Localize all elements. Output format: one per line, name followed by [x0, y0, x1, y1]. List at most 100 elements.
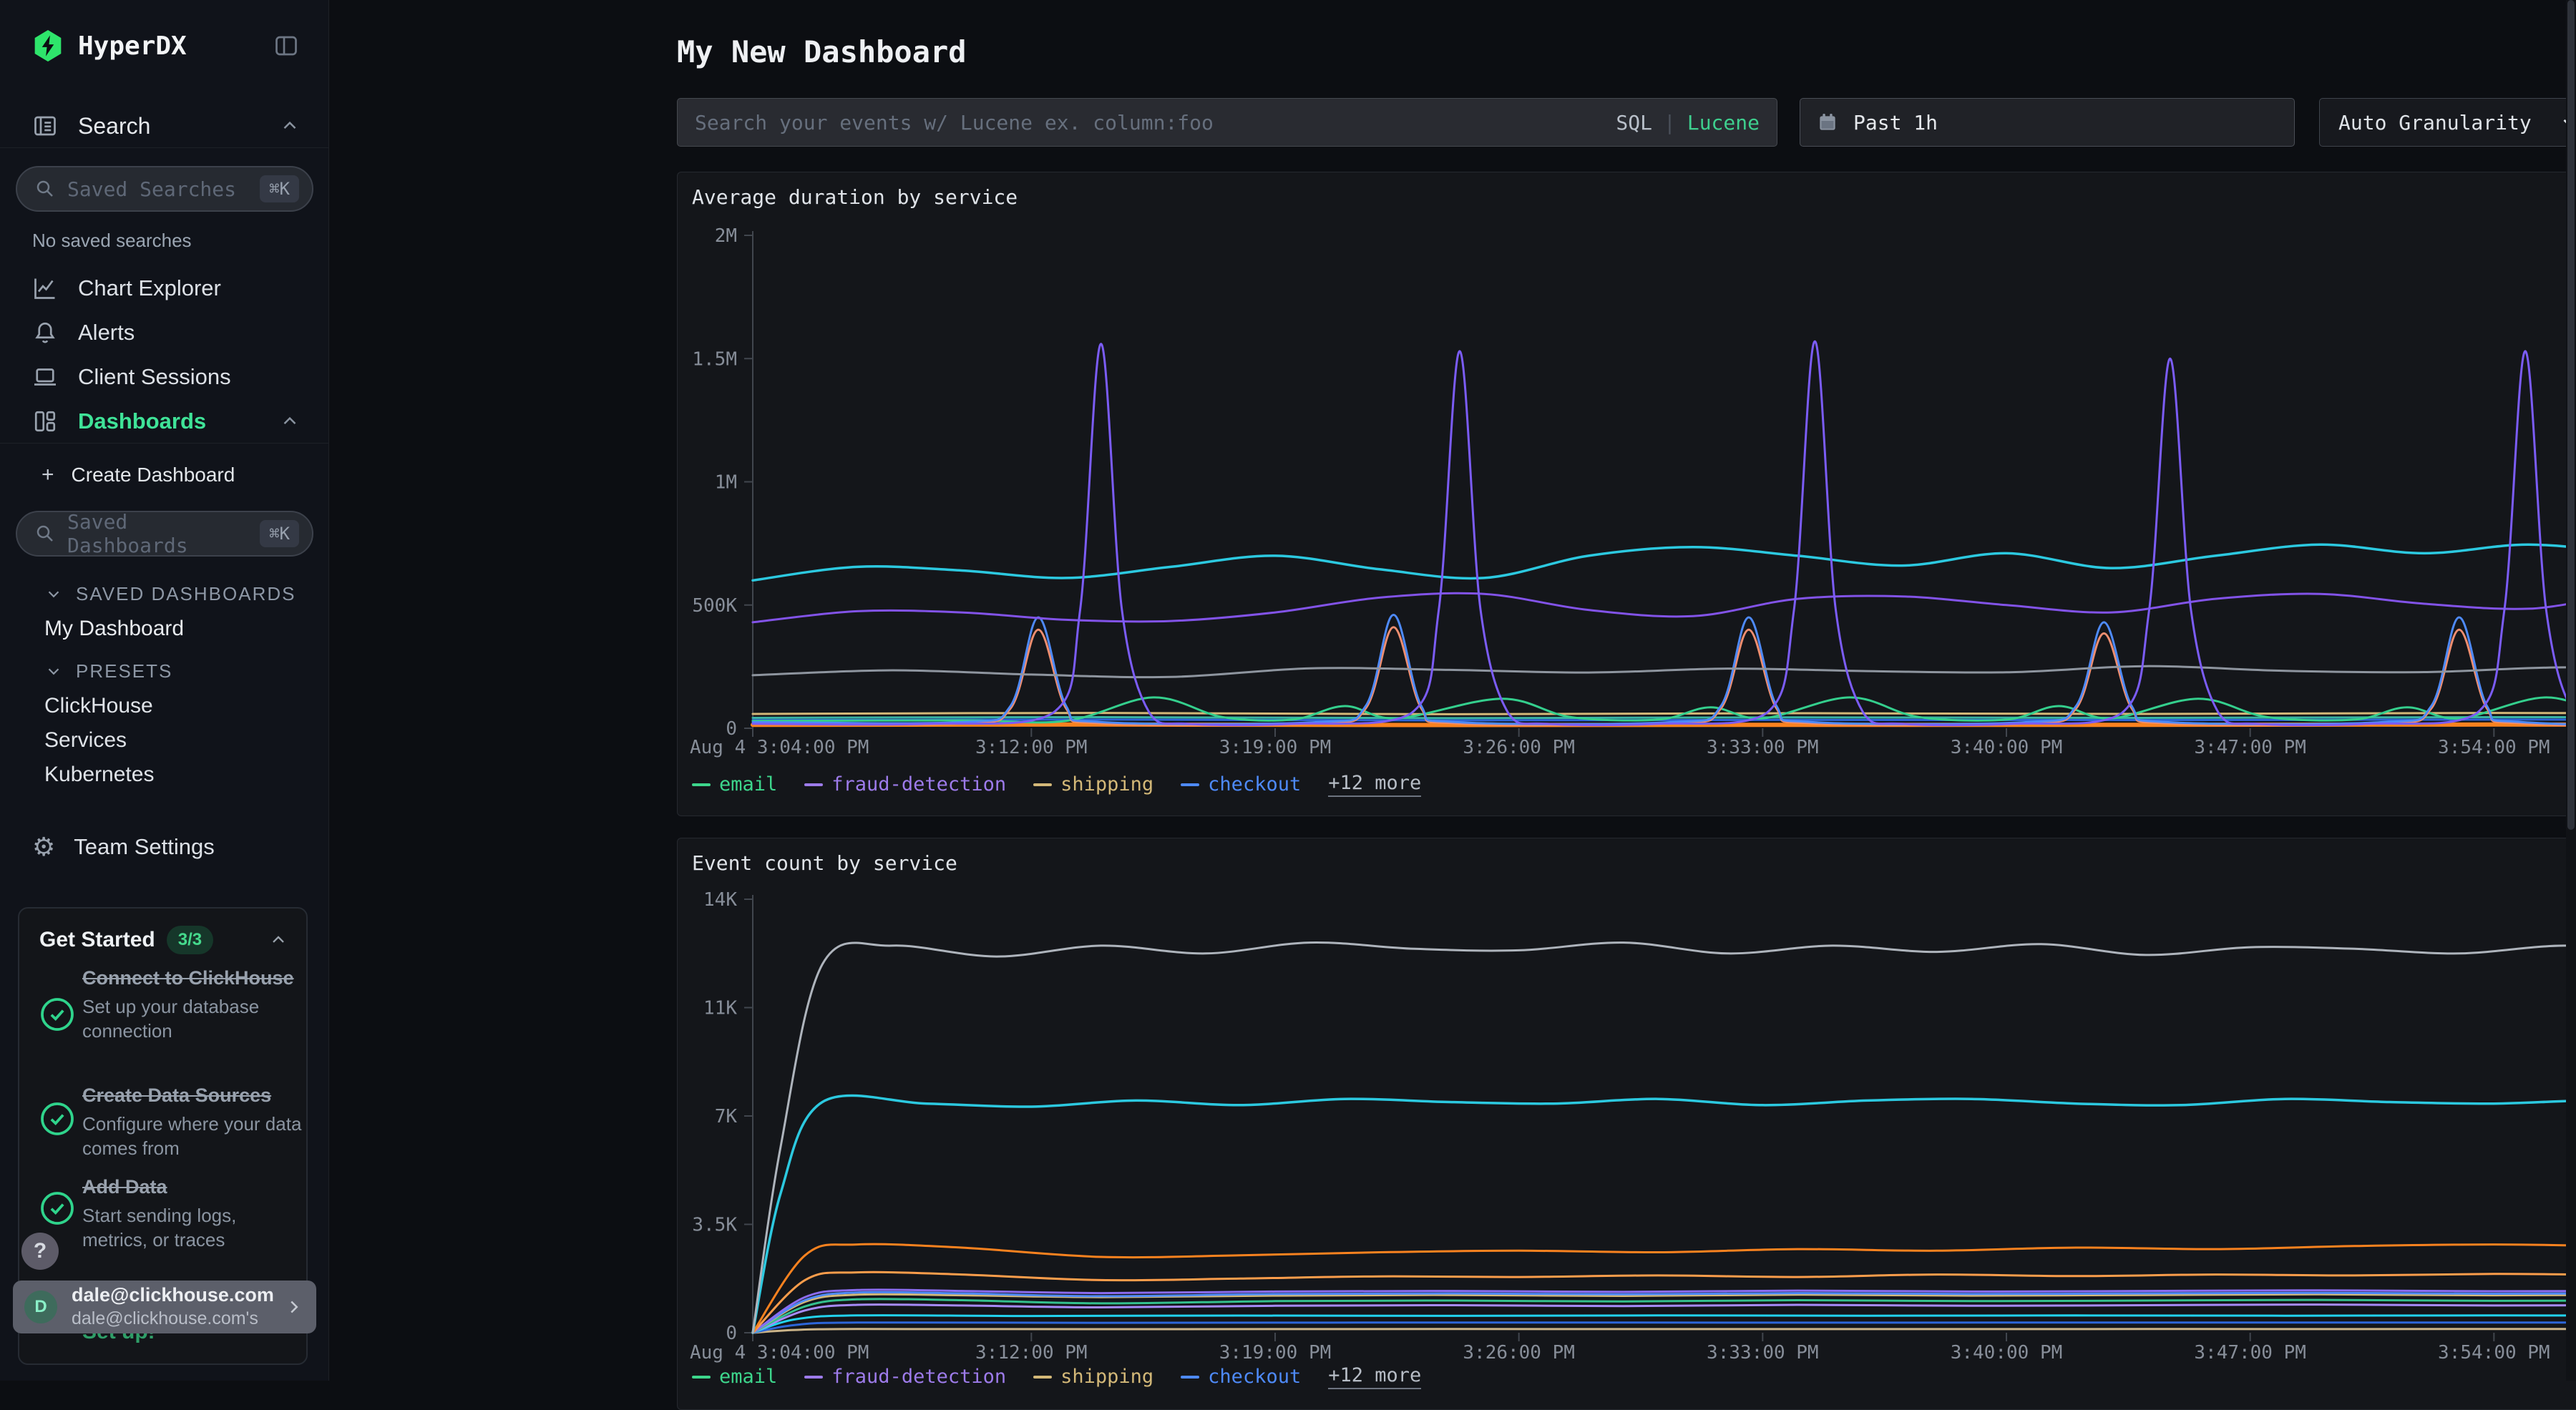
svg-text:3:12:00 PM: 3:12:00 PM — [975, 737, 1088, 758]
sql-toggle[interactable]: SQL — [1616, 111, 1652, 134]
help-button-label: ? — [34, 1239, 47, 1263]
legend-label: checkout — [1208, 773, 1301, 795]
legend-more-link[interactable]: +12 more — [1328, 1364, 1421, 1389]
legend-dash-icon — [1181, 1376, 1199, 1379]
svg-text:3:54:00 PM: 3:54:00 PM — [2438, 1342, 2550, 1364]
saved-dashboards-section-header[interactable]: SAVED DASHBOARDS — [0, 581, 329, 607]
svg-text:7K: 7K — [715, 1106, 738, 1127]
search-section-icon — [32, 113, 58, 139]
granularity-select[interactable]: Auto Granularity — [2319, 98, 2576, 147]
help-button[interactable]: ? — [21, 1233, 59, 1270]
hyperdx-logo-icon — [32, 29, 64, 63]
saved-searches-placeholder: Saved Searches — [67, 177, 260, 201]
user-account-button[interactable]: D dale@clickhouse.com dale@clickhouse.co… — [13, 1281, 316, 1333]
svg-text:500K: 500K — [692, 595, 737, 617]
dashboard-grid-icon — [32, 408, 58, 434]
sidebar-item-kubernetes-preset[interactable]: Kubernetes — [0, 762, 329, 788]
nav-label: Client Sessions — [78, 364, 231, 390]
svg-text:1M: 1M — [715, 472, 737, 494]
svg-text:3:47:00 PM: 3:47:00 PM — [2194, 1342, 2306, 1364]
legend-item[interactable]: checkout — [1181, 773, 1301, 795]
svg-text:3:33:00 PM: 3:33:00 PM — [1707, 1342, 1819, 1364]
chevron-up-icon[interactable] — [268, 930, 288, 950]
page-scrollbar[interactable] — [2566, 0, 2576, 1381]
chart-legend: email fraud-detection shipping checkout +12 … — [692, 1364, 1421, 1389]
preset-link-label: Kubernetes — [44, 763, 154, 787]
duration-chart[interactable]: 0500K1M1.5M2MAug 4 3:04:00 PM3:12:00 PM3… — [688, 222, 2576, 773]
legend-item[interactable]: shipping — [1033, 1366, 1153, 1388]
get-started-item-title: Create Data Sources — [82, 1082, 304, 1109]
svg-text:0: 0 — [726, 1323, 737, 1344]
svg-text:Aug 4 3:04:00 PM: Aug 4 3:04:00 PM — [690, 1342, 869, 1364]
legend-label: shipping — [1060, 773, 1153, 795]
legend-item[interactable]: checkout — [1181, 1366, 1301, 1388]
search-icon — [34, 523, 56, 544]
lucene-toggle[interactable]: Lucene — [1687, 111, 1760, 134]
dashboard-link-label: My Dashboard — [44, 617, 184, 641]
legend-item[interactable]: shipping — [1033, 773, 1153, 795]
svg-text:3.5K: 3.5K — [692, 1215, 737, 1236]
sidebar-item-search[interactable]: Search — [0, 106, 329, 146]
saved-dashboards-input[interactable]: Saved Dashboards ⌘K — [16, 511, 313, 557]
preset-link-label: ClickHouse — [44, 694, 153, 718]
chart-legend: email fraud-detection shipping checkout +12 … — [692, 772, 1421, 797]
legend-item[interactable]: email — [692, 773, 777, 795]
language-toggle-divider: | — [1664, 111, 1676, 134]
event-count-chart[interactable]: 03.5K7K11K14KAug 4 3:04:00 PM3:12:00 PM3… — [688, 888, 2576, 1389]
main-content: My New Dashboard Search your events w/ L… — [330, 0, 2576, 1381]
sidebar-item-alerts[interactable]: Alerts — [0, 313, 329, 353]
search-section-label: Search — [78, 113, 150, 139]
duration-chart-panel: Average duration by service 0500K1M1.5M2… — [677, 172, 2576, 816]
bell-icon — [32, 320, 58, 346]
sidebar-item-chart-explorer[interactable]: Chart Explorer — [0, 268, 329, 308]
granularity-value: Auto Granularity — [2338, 111, 2532, 134]
scrollbar-thumb[interactable] — [2567, 0, 2575, 830]
legend-item[interactable]: fraud-detection — [804, 773, 1006, 795]
chevron-up-icon[interactable] — [279, 115, 301, 137]
legend-item[interactable]: email — [692, 1366, 777, 1388]
time-range-value: Past 1h — [1853, 111, 1938, 134]
chart-line-icon — [32, 275, 58, 301]
time-range-picker[interactable]: Past 1h — [1800, 98, 2295, 147]
legend-more-link[interactable]: +12 more — [1328, 772, 1421, 797]
sidebar-item-services-preset[interactable]: Services — [0, 728, 329, 753]
sidebar-item-my-dashboard[interactable]: My Dashboard — [0, 616, 329, 642]
laptop-icon — [32, 364, 58, 390]
get-started-item-title: Connect to ClickHouse — [82, 964, 304, 992]
get-started-title: Get Started — [39, 928, 155, 952]
svg-text:14K: 14K — [703, 889, 737, 911]
svg-text:3:54:00 PM: 3:54:00 PM — [2438, 737, 2550, 758]
section-label: PRESETS — [76, 660, 172, 682]
saved-searches-input[interactable]: Saved Searches ⌘K — [16, 166, 313, 212]
get-started-item-desc: Configure where your data comes from — [82, 1112, 304, 1160]
sidebar-item-dashboards[interactable]: Dashboards — [0, 401, 329, 441]
nav-label: Alerts — [78, 320, 135, 346]
svg-text:3:19:00 PM: 3:19:00 PM — [1219, 1342, 1332, 1364]
chevron-down-icon — [44, 584, 63, 603]
legend-dash-icon — [692, 1376, 711, 1379]
get-started-item[interactable]: Connect to ClickHouse Set up your databa… — [82, 964, 304, 1043]
get-started-item[interactable]: Add Data Start sending logs, metrics, or… — [82, 1173, 304, 1252]
check-circle-icon — [37, 994, 77, 1034]
sidebar-item-client-sessions[interactable]: Client Sessions — [0, 357, 329, 397]
divider — [0, 147, 329, 148]
check-circle-icon — [37, 1188, 77, 1228]
logo-text: HyperDX — [78, 31, 187, 61]
sidebar: HyperDX Search Saved Searches ⌘K No save… — [0, 0, 329, 1381]
event-search-input[interactable]: Search your events w/ Lucene ex. column:… — [677, 98, 1777, 147]
create-dashboard-button[interactable]: + Create Dashboard — [0, 456, 329, 494]
get-started-item[interactable]: Create Data Sources Configure where your… — [82, 1082, 304, 1160]
section-label: SAVED DASHBOARDS — [76, 583, 296, 605]
legend-dash-icon — [804, 1376, 823, 1379]
chevron-down-icon — [44, 662, 63, 680]
gear-icon: ⚙ — [32, 832, 55, 862]
legend-dash-icon — [692, 783, 711, 786]
sidebar-item-team-settings[interactable]: ⚙ Team Settings — [0, 827, 329, 867]
saved-dashboards-placeholder: Saved Dashboards — [67, 510, 260, 557]
legend-item[interactable]: fraud-detection — [804, 1366, 1006, 1388]
sidebar-item-clickhouse-preset[interactable]: ClickHouse — [0, 693, 329, 719]
svg-text:3:40:00 PM: 3:40:00 PM — [1951, 1342, 2063, 1364]
presets-section-header[interactable]: PRESETS — [0, 658, 329, 684]
sidebar-collapse-icon[interactable] — [273, 33, 299, 59]
chevron-up-icon[interactable] — [279, 411, 301, 432]
